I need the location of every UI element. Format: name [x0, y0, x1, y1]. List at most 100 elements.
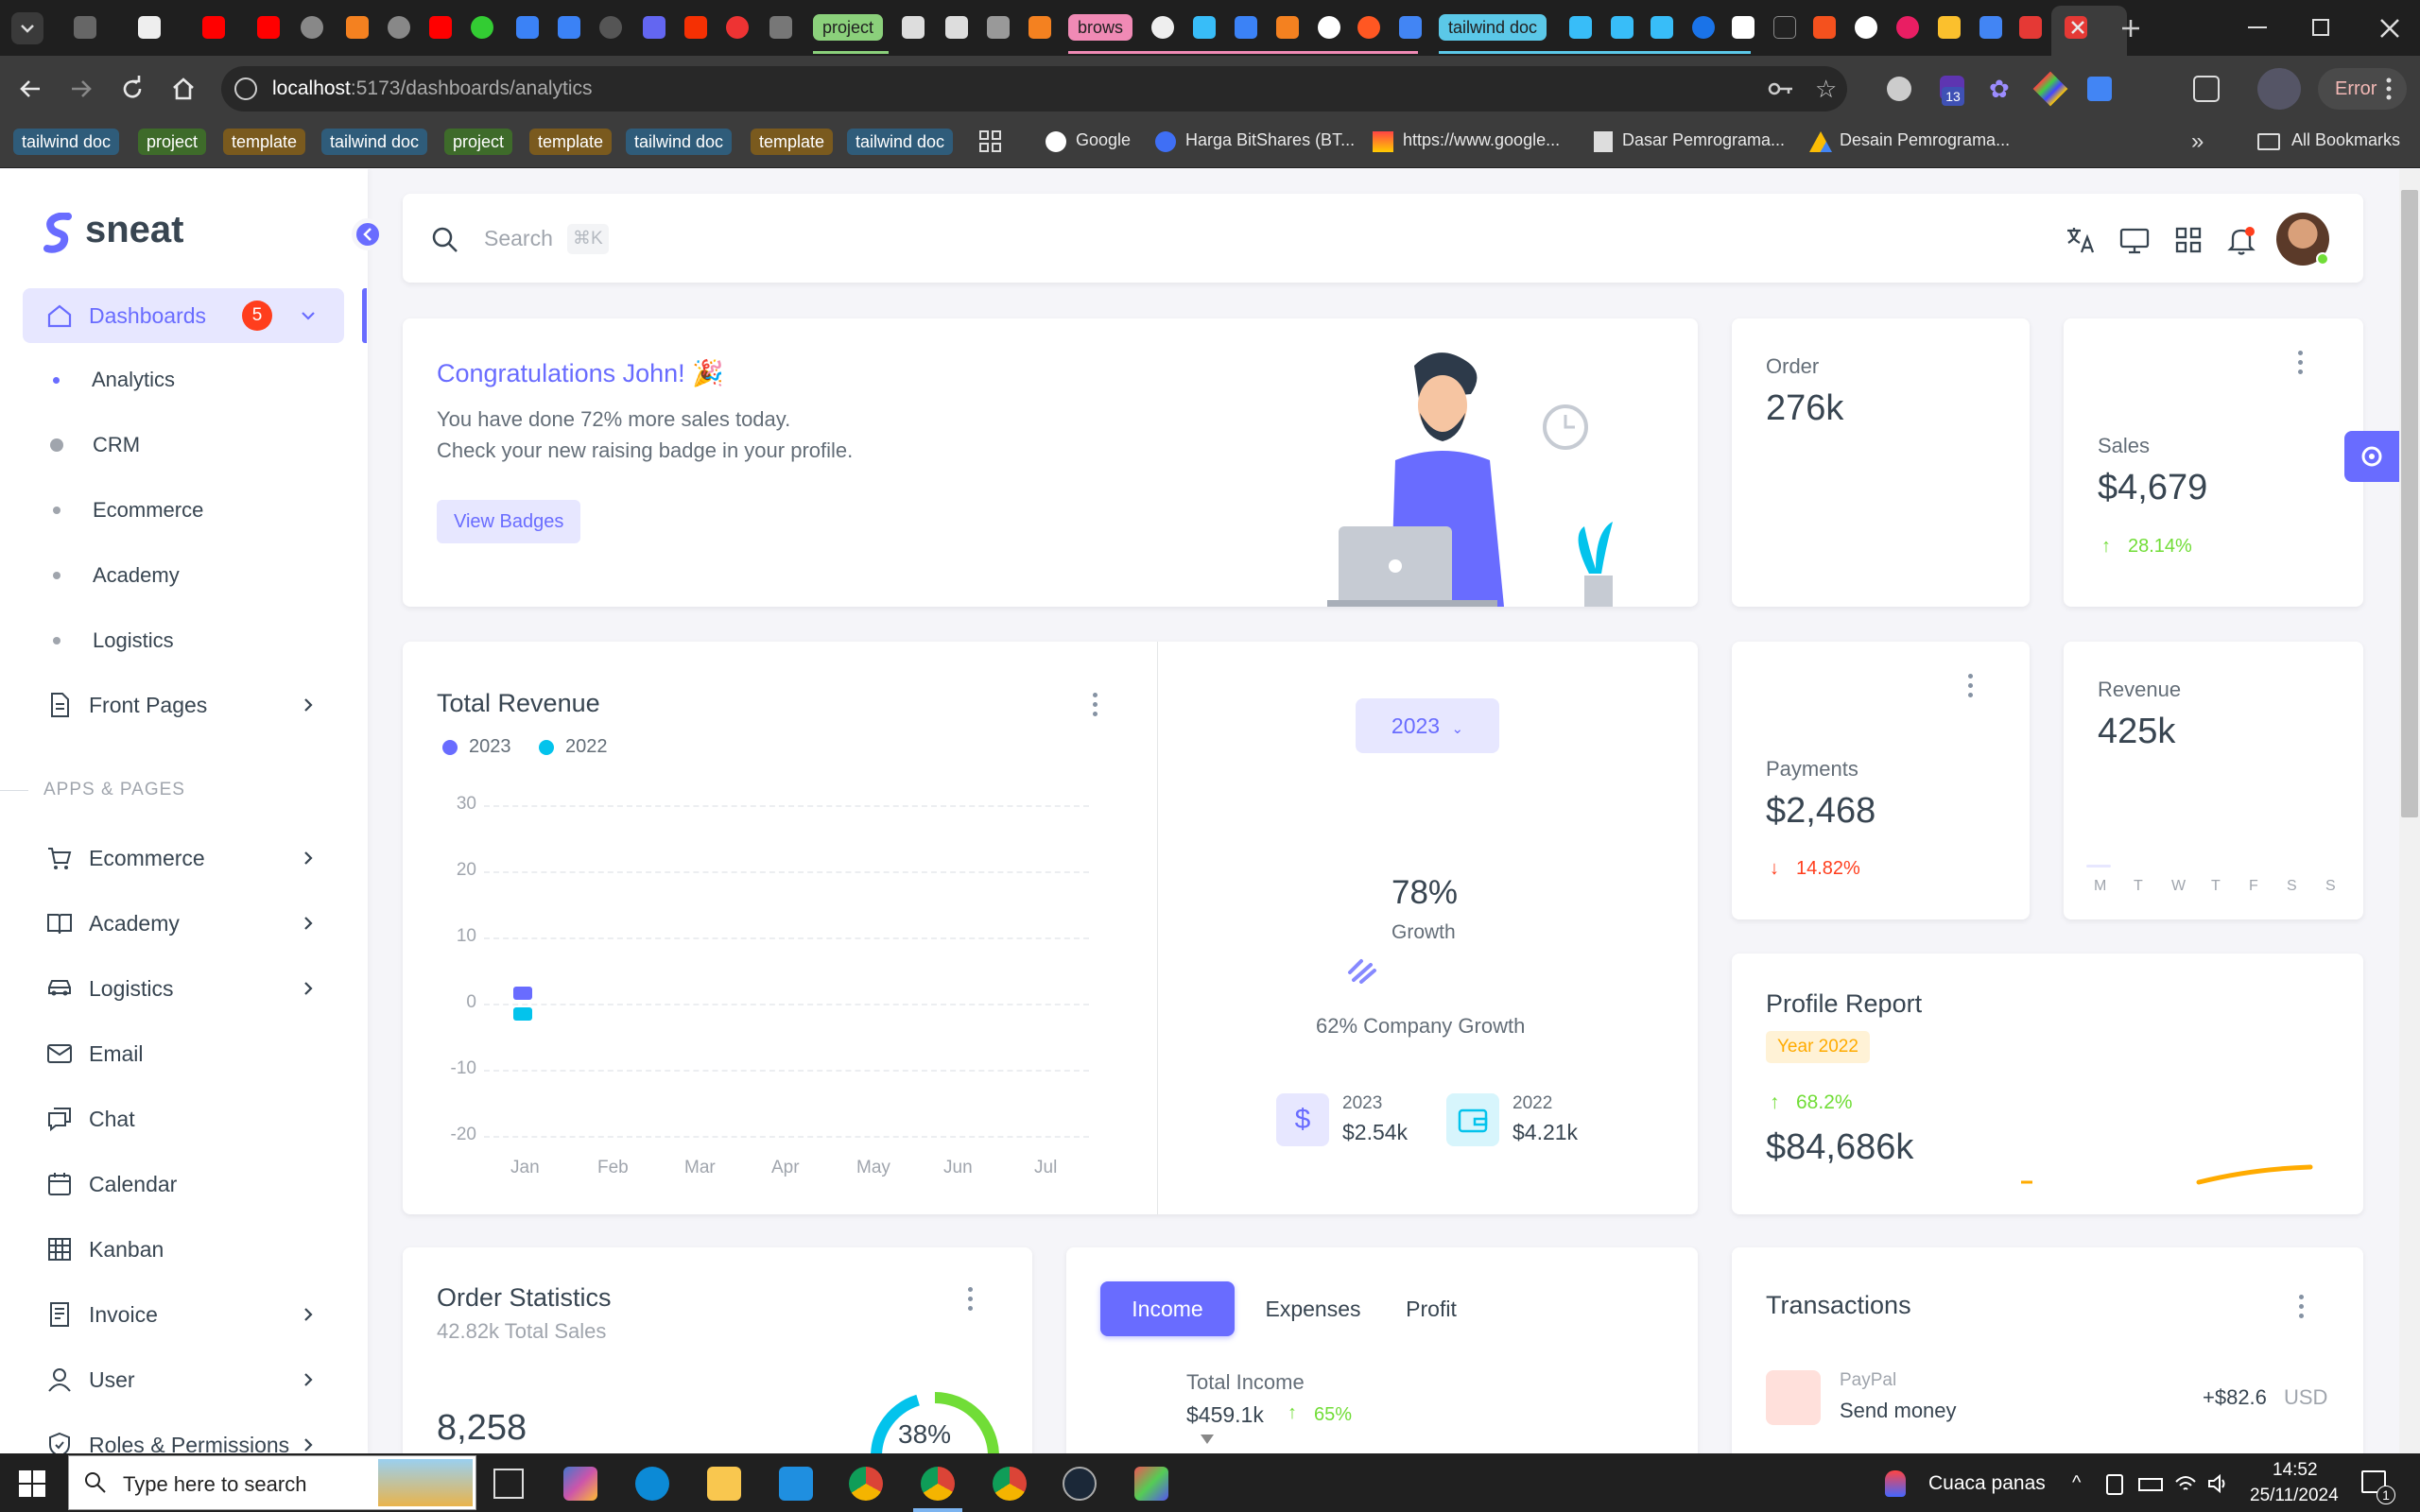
- tab-favicon-2[interactable]: [138, 16, 161, 39]
- tab-favicon-7[interactable]: [388, 16, 410, 39]
- tray-device-icon[interactable]: [2106, 1474, 2123, 1495]
- sidebar-item-roles-permissions[interactable]: Roles & Permissions: [23, 1418, 344, 1453]
- bookmark-group-tailwind-doc[interactable]: tailwind doc: [13, 129, 120, 155]
- tab-favicon-5[interactable]: [301, 16, 323, 39]
- translate-icon[interactable]: [2065, 224, 2097, 256]
- tab-favicon-10[interactable]: [516, 16, 539, 39]
- tray-chevron-icon[interactable]: ^: [2072, 1472, 2081, 1494]
- bookmark-group-template[interactable]: template: [751, 129, 834, 155]
- scrollbar-thumb[interactable]: [2401, 190, 2418, 817]
- google-icon[interactable]: [1318, 16, 1340, 39]
- site-info-icon[interactable]: [234, 77, 257, 100]
- back-icon[interactable]: [17, 76, 43, 102]
- apps-grid-icon[interactable]: [979, 130, 1002, 153]
- bookmark-desain-pemrograman[interactable]: Desain Pemrograma...: [1840, 130, 2010, 150]
- tab-favicon-24[interactable]: [1276, 16, 1299, 39]
- sidebar-item-invoice[interactable]: Invoice: [23, 1287, 344, 1342]
- tab-favicon-15[interactable]: [726, 16, 749, 39]
- bookmark-dasar-pemrograman[interactable]: Dasar Pemrograma...: [1622, 130, 1785, 150]
- steam-icon[interactable]: [1063, 1467, 1097, 1501]
- home-icon[interactable]: [170, 76, 197, 102]
- tab-favicon-33[interactable]: [1813, 16, 1836, 39]
- tailwind-icon[interactable]: [1569, 16, 1592, 39]
- volume-icon[interactable]: [2206, 1472, 2229, 1495]
- shortcuts-grid-icon[interactable]: [2172, 224, 2204, 256]
- youtube-icon[interactable]: [202, 16, 225, 39]
- tab-favicon-16[interactable]: [769, 16, 792, 39]
- forward-icon[interactable]: [68, 76, 95, 102]
- reload-icon[interactable]: [119, 76, 146, 102]
- year-select-button[interactable]: 2023 ⌄: [1356, 698, 1499, 753]
- password-key-icon[interactable]: [1768, 79, 1794, 98]
- tailwind-icon[interactable]: [1193, 16, 1216, 39]
- sidebar-item-kanban[interactable]: Kanban: [23, 1222, 344, 1277]
- new-tab-icon[interactable]: [2118, 15, 2144, 42]
- bookmark-group-project[interactable]: project: [138, 129, 207, 155]
- chrome-icon[interactable]: [993, 1467, 1027, 1501]
- bookmark-group-project[interactable]: project: [444, 129, 513, 155]
- wifi-icon[interactable]: [2174, 1472, 2197, 1495]
- tab-group-project[interactable]: project: [813, 14, 884, 41]
- bookmark-group-tailwind-doc[interactable]: tailwind doc: [626, 129, 733, 155]
- extension-icon-3[interactable]: ✿: [1989, 77, 2014, 101]
- tab-group-tailwind-doc[interactable]: tailwind doc: [1439, 14, 1547, 41]
- customizer-settings-button[interactable]: [2344, 431, 2399, 482]
- tab-group-brows[interactable]: brows: [1068, 14, 1133, 41]
- tab-favicon-20[interactable]: [1028, 16, 1051, 39]
- bookmarks-overflow-icon[interactable]: »: [2191, 129, 2204, 155]
- active-tab[interactable]: [2051, 6, 2127, 56]
- url-text[interactable]: localhost:5173/dashboards/analytics: [272, 77, 593, 100]
- bookmark-google-url[interactable]: https://www.google...: [1403, 130, 1560, 150]
- app-icon[interactable]: [1134, 1467, 1168, 1501]
- translate-extension-icon[interactable]: [2087, 77, 2112, 101]
- tab-favicon-38[interactable]: [2019, 16, 2042, 39]
- taskbar-search-input[interactable]: Type here to search: [123, 1472, 306, 1497]
- bookmark-group-template[interactable]: template: [223, 129, 306, 155]
- window-close-icon[interactable]: [2377, 15, 2403, 42]
- tab-favicon-23[interactable]: [1235, 16, 1257, 39]
- translate-icon[interactable]: [1979, 16, 2002, 39]
- youtube-icon[interactable]: [257, 16, 280, 39]
- theme-monitor-icon[interactable]: [2118, 224, 2151, 256]
- tab-income[interactable]: Income: [1100, 1281, 1235, 1336]
- tab-favicon-35[interactable]: [1896, 16, 1919, 39]
- chrome-icon[interactable]: [921, 1467, 955, 1501]
- extensions-puzzle-icon[interactable]: [2193, 76, 2220, 102]
- more-options-icon[interactable]: [2299, 1295, 2305, 1319]
- bar-2022-Jan[interactable]: [513, 1007, 532, 1021]
- all-bookmarks[interactable]: All Bookmarks: [2291, 130, 2400, 150]
- bar-2023-Jan[interactable]: [513, 987, 532, 1000]
- medium-icon[interactable]: [1773, 16, 1796, 39]
- windows-start-icon[interactable]: [19, 1470, 45, 1497]
- sidebar-item-user[interactable]: User: [23, 1352, 344, 1407]
- clock-time[interactable]: 14:52: [2273, 1460, 2318, 1481]
- tab-search-button[interactable]: [11, 12, 43, 44]
- bookmark-group-tailwind-doc[interactable]: tailwind doc: [321, 129, 428, 155]
- translate-icon[interactable]: [1399, 16, 1422, 39]
- tab-favicon-21[interactable]: [1151, 16, 1174, 39]
- clock-date[interactable]: 25/11/2024: [2250, 1486, 2339, 1506]
- tab-favicon-31[interactable]: [1732, 16, 1754, 39]
- tab-favicon-9[interactable]: [471, 16, 493, 39]
- tab-favicon-19[interactable]: [987, 16, 1010, 39]
- tab-favicon-26[interactable]: [1357, 16, 1380, 39]
- more-options-icon[interactable]: [2298, 351, 2304, 375]
- close-icon[interactable]: [2066, 16, 2089, 39]
- more-options-icon[interactable]: [968, 1287, 974, 1312]
- bookmark-group-tailwind-doc[interactable]: tailwind doc: [847, 129, 954, 155]
- star-icon[interactable]: ☆: [1815, 76, 1841, 102]
- minimize-icon[interactable]: [2248, 26, 2267, 28]
- tab-favicon-6[interactable]: [346, 16, 369, 39]
- task-view-icon[interactable]: [493, 1469, 524, 1499]
- profile-avatar[interactable]: [2257, 68, 2301, 110]
- laravel-icon[interactable]: [684, 16, 707, 39]
- tab-favicon-17[interactable]: [902, 16, 925, 39]
- tab-profit[interactable]: Profit: [1384, 1281, 1478, 1336]
- bookmark-group-template[interactable]: template: [529, 129, 613, 155]
- edge-icon[interactable]: [635, 1467, 669, 1501]
- battery-icon[interactable]: [2138, 1478, 2163, 1491]
- tailwind-icon[interactable]: [1611, 16, 1634, 39]
- copilot-icon[interactable]: [563, 1467, 597, 1501]
- tab-expenses[interactable]: Expenses: [1255, 1281, 1371, 1336]
- tab-favicon-1[interactable]: [74, 16, 96, 39]
